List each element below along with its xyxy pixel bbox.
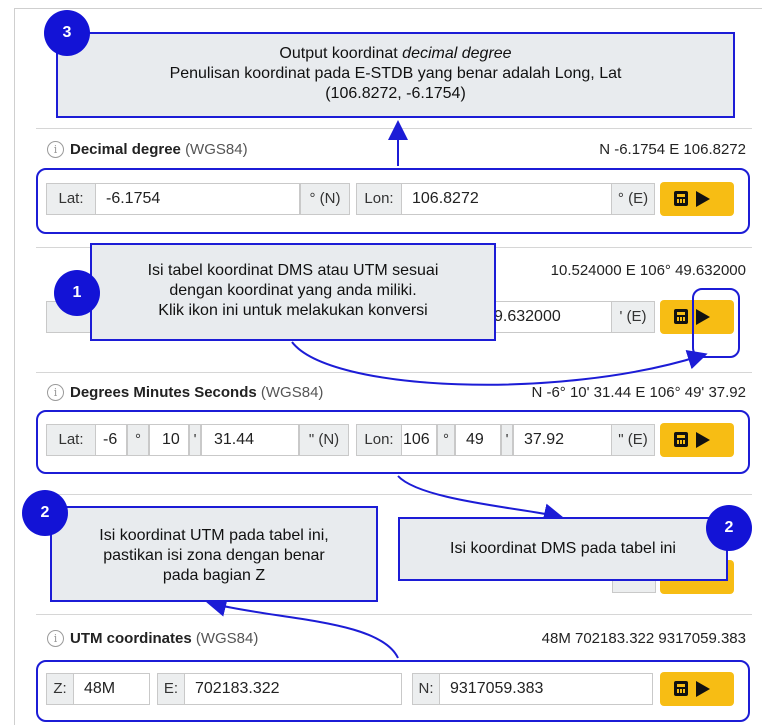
callout-output-line2: Penulisan koordinat pada E-STDB yang ben… <box>169 65 622 82</box>
step-1-badge: 1 <box>54 270 100 316</box>
callout-1-line3: Klik ikon ini untuk melakukan konversi <box>158 302 428 319</box>
callout-output: Output koordinat decimal degree Penulisa… <box>56 32 735 118</box>
callout-step-2-dms: Isi koordinat DMS pada tabel ini <box>398 517 728 581</box>
arrow-from-button <box>291 341 708 386</box>
callout-2-utm-line3: pada bagian Z <box>162 567 266 584</box>
callout-1-line1: Isi tabel koordinat DMS atau UTM sesuai <box>147 262 439 279</box>
step-2-badge: 2 <box>22 490 68 536</box>
callout-output-line1: Output koordinat <box>279 45 403 62</box>
arrow-to-utm <box>206 597 399 659</box>
callout-output-line3: (106.8272, -6.1754) <box>325 85 466 102</box>
step-2-badge: 2 <box>706 505 752 551</box>
callout-1-line2: dengan koordinat yang anda miliki. <box>169 282 417 299</box>
callout-step-2-utm: Isi koordinat UTM pada tabel ini, pastik… <box>50 506 378 602</box>
callout-2-utm-line1: Isi koordinat UTM pada tabel ini, <box>99 527 329 544</box>
callout-output-italic: decimal degree <box>402 45 512 62</box>
step-3-badge: 3 <box>44 10 90 56</box>
callout-step-1: Isi tabel koordinat DMS atau UTM sesuai … <box>90 243 496 341</box>
callout-2-utm-line2: pastikan isi zona dengan benar <box>103 547 325 564</box>
arrow-to-dms <box>397 475 564 524</box>
callout-2-dms-line1: Isi koordinat DMS pada tabel ini <box>450 540 676 557</box>
